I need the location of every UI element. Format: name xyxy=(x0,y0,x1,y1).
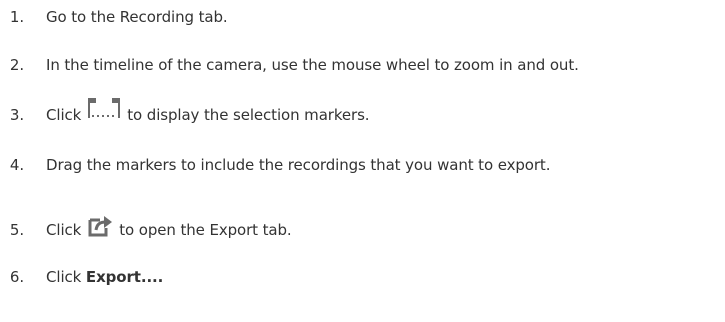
step-number: 6. xyxy=(9,268,24,286)
export-label: Export... xyxy=(85,268,158,286)
step-number: 2. xyxy=(9,56,24,74)
step-text: In the timeline of the camera, use the m… xyxy=(46,56,579,74)
step-text-after: to display the selection markers. xyxy=(127,106,370,124)
step-text-before: Click xyxy=(46,221,82,239)
export-icon xyxy=(87,214,113,238)
step-6: 6. Click Export.... xyxy=(0,262,163,292)
step-1: 1. Go to the Recording tab. xyxy=(0,2,228,32)
step-text: Go to the Recording tab. xyxy=(46,8,228,26)
step-number: 4. xyxy=(9,156,24,174)
instruction-steps: 1. Go to the Recording tab. 2. In the ti… xyxy=(0,0,725,322)
step-4: 4. Drag the markers to include the recor… xyxy=(0,150,551,180)
step-number: 1. xyxy=(9,8,24,26)
step-text: Drag the markers to include the recordin… xyxy=(46,156,551,174)
step-3: 3. Click to display the selection marker… xyxy=(0,97,370,130)
step-text-after: . xyxy=(157,268,164,286)
step-5: 5. Click to open the Export tab. xyxy=(0,215,292,245)
step-number: 3. xyxy=(9,106,24,124)
step-text-before: Click xyxy=(46,106,82,124)
step-text-after: to open the Export tab. xyxy=(119,221,292,239)
step-2: 2. In the timeline of the camera, use th… xyxy=(0,50,579,80)
step-number: 5. xyxy=(9,221,24,239)
step-text-before: Click xyxy=(46,268,82,286)
selection-markers-icon xyxy=(87,97,121,119)
